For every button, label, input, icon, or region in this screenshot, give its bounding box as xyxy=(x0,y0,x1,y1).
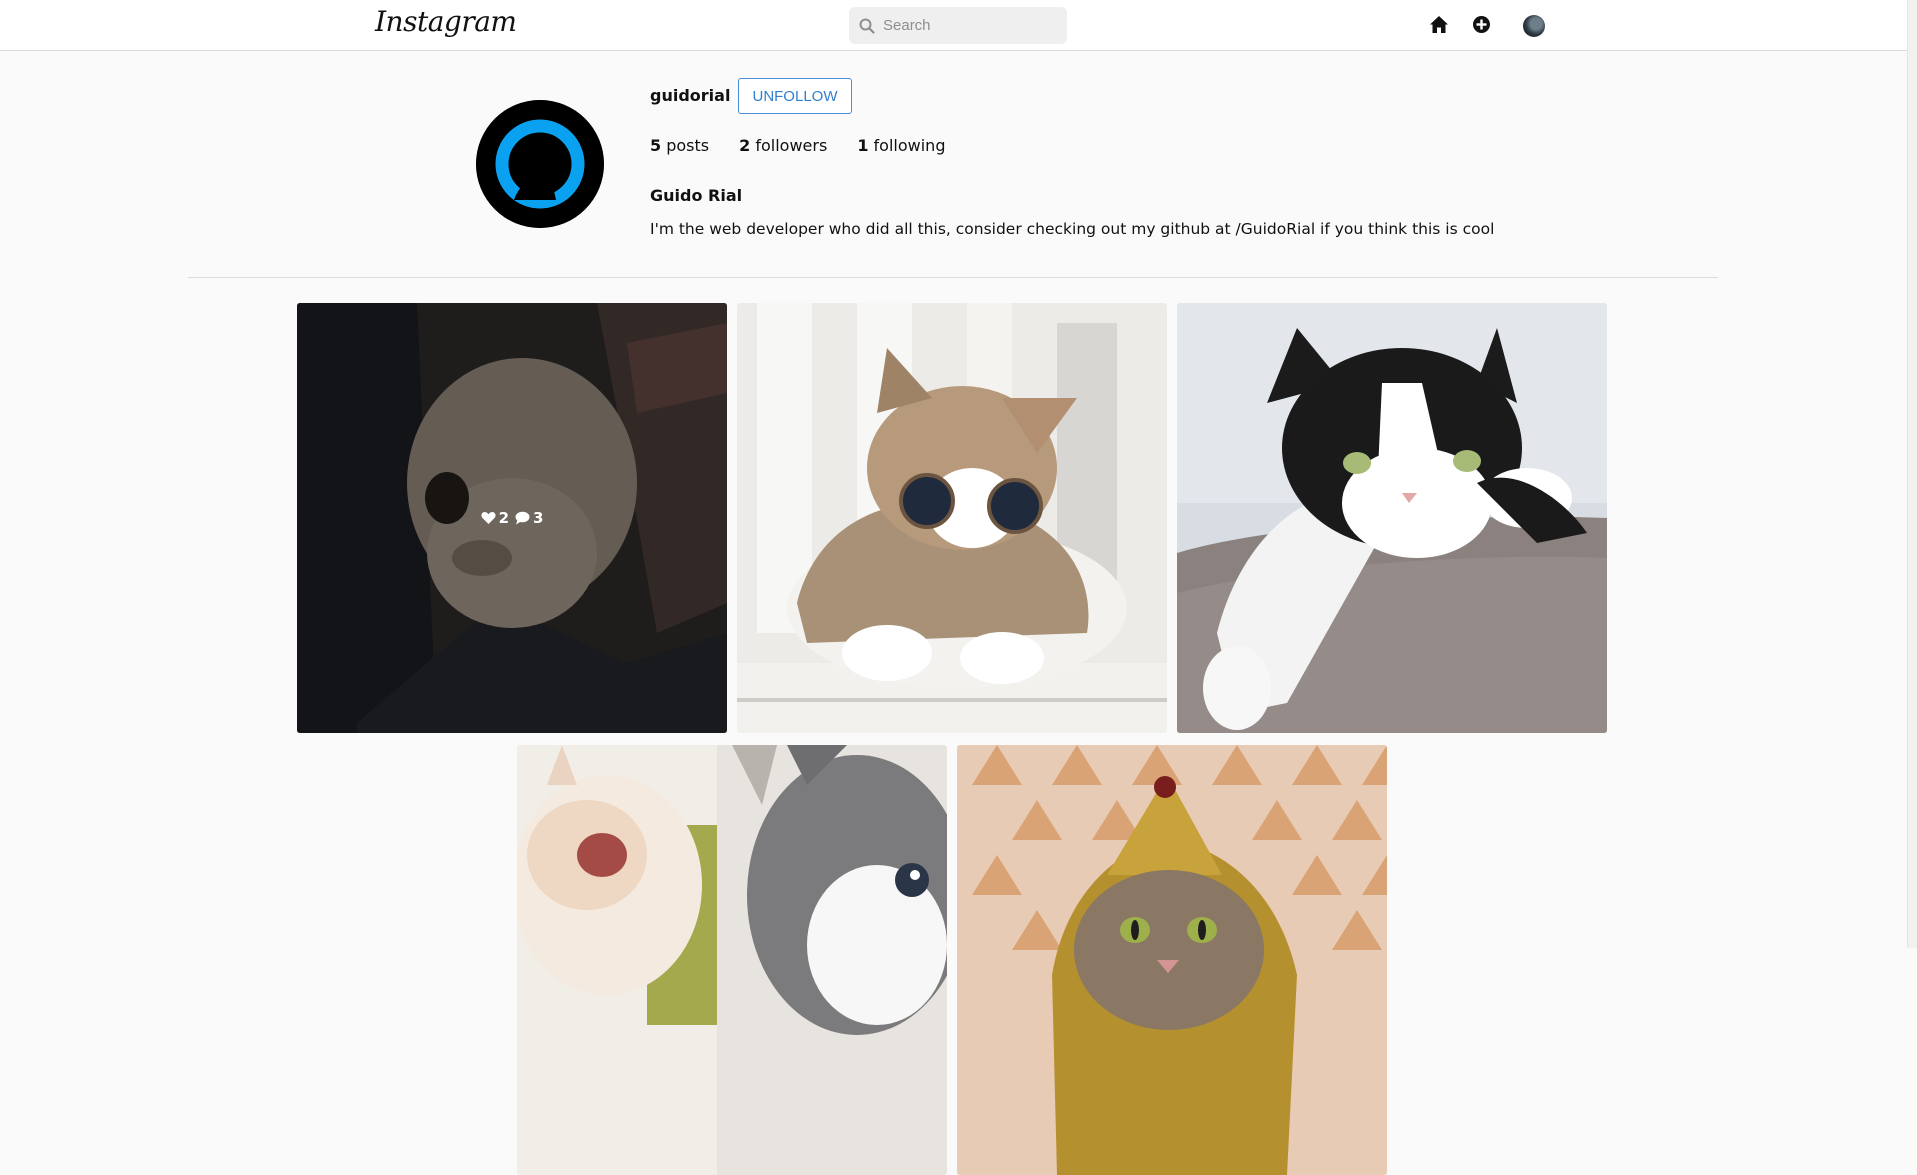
following-count: 1 xyxy=(857,136,869,155)
pharaoh-cat-photo xyxy=(957,745,1387,1175)
search-box[interactable] xyxy=(849,7,1067,44)
add-post-icon[interactable] xyxy=(1472,15,1491,34)
comment-icon xyxy=(515,511,530,525)
post-thumbnail[interactable] xyxy=(517,745,947,1175)
followers-label: followers xyxy=(755,136,828,155)
profile-stats: 5 posts 2 followers 1 following xyxy=(650,136,975,155)
followers-stat[interactable]: 2 followers xyxy=(739,136,827,155)
instagram-logo[interactable]: Instagram xyxy=(375,5,517,38)
sunglasses-cat-photo xyxy=(737,303,1167,733)
heart-icon xyxy=(481,512,496,524)
page-scrollbar[interactable] xyxy=(1907,0,1917,948)
home-icon[interactable] xyxy=(1429,15,1449,34)
tuxedo-cat-photo xyxy=(1177,303,1607,733)
post-thumbnail[interactable]: 2 3 xyxy=(297,303,727,733)
top-navbar: Instagram xyxy=(0,0,1907,51)
following-label: following xyxy=(873,136,946,155)
kittens-collage-photo xyxy=(517,745,947,1175)
post-thumbnail[interactable] xyxy=(957,745,1387,1175)
comments-metric: 3 xyxy=(515,509,543,527)
search-icon xyxy=(859,18,875,34)
comments-count: 3 xyxy=(533,509,544,527)
silhouette-avatar-icon xyxy=(476,100,604,228)
profile-full-name: Guido Rial xyxy=(650,186,743,205)
profile-avatar xyxy=(476,100,604,228)
posts-label: posts xyxy=(666,136,710,155)
post-thumbnail[interactable] xyxy=(1177,303,1607,733)
likes-count: 2 xyxy=(498,509,509,527)
posts-count: 5 xyxy=(650,136,662,155)
post-hover-overlay: 2 3 xyxy=(297,303,727,733)
following-stat[interactable]: 1 following xyxy=(857,136,945,155)
post-thumbnail[interactable] xyxy=(737,303,1167,733)
unfollow-button[interactable]: UNFOLLOW xyxy=(738,78,852,114)
search-input[interactable] xyxy=(883,17,1053,34)
likes-metric: 2 xyxy=(481,509,509,527)
profile-username: guidorial xyxy=(650,86,731,105)
followers-count: 2 xyxy=(739,136,751,155)
profile-divider xyxy=(188,277,1718,278)
posts-stat: 5 posts xyxy=(650,136,709,155)
profile-bio: I'm the web developer who did all this, … xyxy=(650,220,1495,238)
user-avatar-icon[interactable] xyxy=(1523,15,1545,37)
